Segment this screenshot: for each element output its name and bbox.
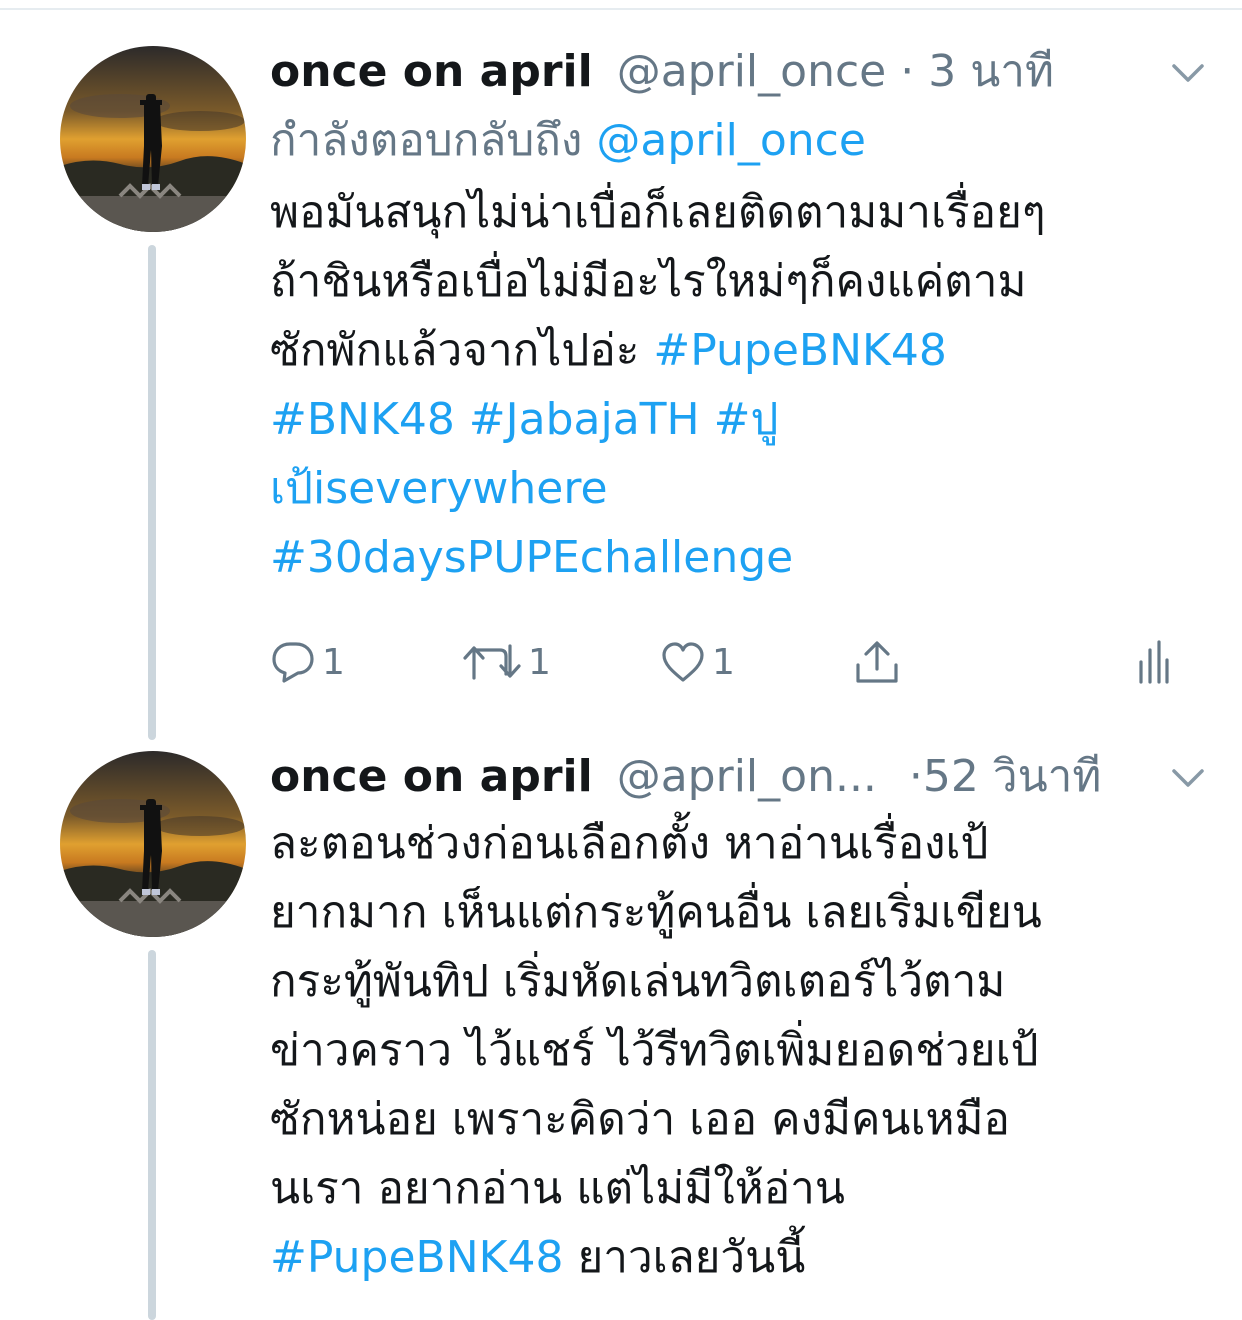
avatar[interactable] [60,46,246,232]
tweet-text: พอมันสนุกไม่น่าเบื่อก็เลยติดตามมาเรื่อยๆ… [270,178,1210,592]
tweet-text-line: #30daysPUPEchallenge [270,523,1210,592]
avatar-photo [60,46,246,232]
replying-to: กำลังตอบกลับถึง @april_once [270,104,1210,178]
hashtag-link[interactable]: #PupeBNK48 [270,1232,563,1283]
tweet-text: ละตอนช่วงก่อนเลือกตั้ง หาอ่านเรื่องเป้ ย… [270,809,1210,1292]
hashtag-link[interactable]: เป้iseverywhere [270,463,608,514]
analytics-button[interactable] [1136,632,1170,692]
tweet-text-line: พอมันสนุกไม่น่าเบื่อก็เลยติดตามมาเรื่อยๆ [270,178,1210,247]
text-span: พอมันสนุกไม่น่าเบื่อก็เลยติดตามมาเรื่อยๆ [270,187,1046,238]
tweet[interactable]: once on april @april_on... ·52 วินาที ละ… [0,745,1242,1320]
hashtag-link[interactable]: #BNK48 #JabajaTH #ปู [270,394,778,445]
tweet-text-line: ถ้าชินหรือเบื่อไม่มีอะไรใหม่ๆก็คงแค่ตาม [270,247,1210,316]
chevron-down-icon[interactable] [1168,763,1208,793]
thread-line [148,950,156,1320]
text-span: นเรา อยากอ่าน แต่ไม่มีให้อ่าน [270,1163,845,1214]
share-button[interactable] [854,632,900,692]
timestamp[interactable]: 52 วินาที [923,751,1101,802]
tweet-text-line: เป้iseverywhere [270,454,1210,523]
reply-button[interactable]: 1 [270,632,345,692]
thread-line [148,245,156,740]
tweet-text-line: ละตอนช่วงก่อนเลือกตั้ง หาอ่านเรื่องเป้ [270,809,1210,878]
retweet-count: 1 [528,641,551,683]
top-divider [0,8,1242,10]
reply-icon [272,642,314,683]
avatar-photo [60,751,246,937]
tweet-text-line: ซักพักแล้วจากไปอ่ะ #PupeBNK48 [270,316,1210,385]
tweet-text-line: ซักหน่อย เพราะคิดว่า เออ คงมีคนเหมือ [270,1085,1210,1154]
text-span: ซักหน่อย เพราะคิดว่า เออ คงมีคนเหมือ [270,1094,1010,1145]
mention-link[interactable]: @april_once [596,115,866,166]
display-name[interactable]: once on april [270,46,593,97]
text-span: ละตอนช่วงก่อนเลือกตั้ง หาอ่านเรื่องเป้ [270,818,989,869]
separator-dot: · [908,751,923,802]
tweet-text-line: ข่าวคราว ไว้แชร์ ไว้รีทวิตเพิ่มยอดช่วยเป… [270,1016,1210,1085]
hashtag-link[interactable]: #PupeBNK48 [653,325,946,376]
tweet[interactable]: once on april @april_once · 3 นาที กำลัง… [0,40,1242,740]
text-span: กระทู้พันทิป เริ่มหัดเล่นทวิตเตอร์ไว้ตาม [270,956,1006,1007]
like-count: 1 [712,641,735,683]
text-span: ถ้าชินหรือเบื่อไม่มีอะไรใหม่ๆก็คงแค่ตาม [270,256,1027,307]
reply-count: 1 [322,641,345,683]
display-name[interactable]: once on april [270,751,593,802]
retweet-button[interactable]: 1 [462,632,551,692]
like-button[interactable]: 1 [660,632,735,692]
username[interactable]: @april_on... [617,751,877,802]
chevron-down-icon[interactable] [1168,58,1208,88]
timestamp[interactable]: 3 นาที [928,46,1054,97]
tweet-header: once on april @april_once · 3 นาที [270,40,1210,104]
avatar[interactable] [60,751,246,937]
retweet-icon [463,644,521,680]
tweet-content: once on april @april_on... ·52 วินาที ละ… [270,745,1210,1292]
tweet-content: once on april @april_once · 3 นาที กำลัง… [270,40,1210,592]
username[interactable]: @april_once [617,46,887,97]
text-span: ยาวเลยวันนี้ [563,1232,806,1283]
share-icon [856,641,898,683]
tweet-header: once on april @april_on... ·52 วินาที [270,745,1210,809]
tweet-text-line: กระทู้พันทิป เริ่มหัดเล่นทวิตเตอร์ไว้ตาม [270,947,1210,1016]
text-span: ข่าวคราว ไว้แชร์ ไว้รีทวิตเพิ่มยอดช่วยเป… [270,1025,1039,1076]
analytics-icon [1139,640,1169,684]
heart-icon [662,642,704,682]
replying-to-label: กำลังตอบกลับถึง [270,115,583,166]
tweet-text-line: นเรา อยากอ่าน แต่ไม่มีให้อ่าน [270,1154,1210,1223]
text-span: ซักพักแล้วจากไปอ่ะ [270,325,654,376]
tweet-actions: 1 1 1 [270,632,1190,692]
tweet-text-line: #PupeBNK48 ยาวเลยวันนี้ [270,1223,1210,1292]
separator-dot: · [900,46,915,97]
hashtag-link[interactable]: #30daysPUPEchallenge [270,532,793,583]
tweet-text-line: ยากมาก เห็นแต่กระทู้คนอื่น เลยเริ่มเขียน [270,878,1210,947]
text-span: ยากมาก เห็นแต่กระทู้คนอื่น เลยเริ่มเขียน [270,887,1042,938]
tweet-text-line: #BNK48 #JabajaTH #ปู [270,385,1210,454]
